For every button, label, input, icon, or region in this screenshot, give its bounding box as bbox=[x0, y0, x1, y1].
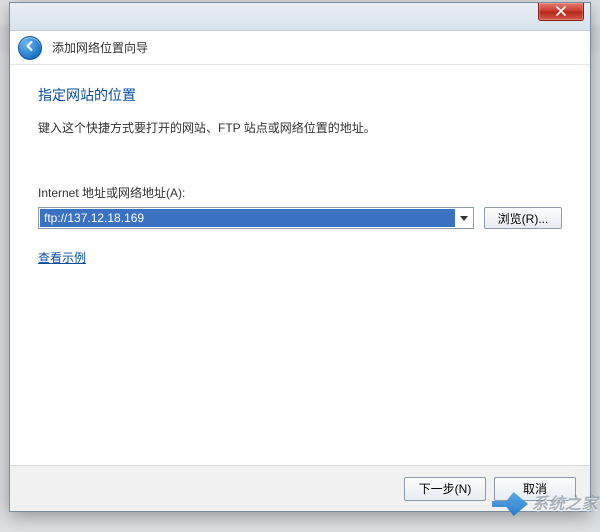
page-heading: 指定网站的位置 bbox=[38, 85, 562, 105]
address-input[interactable] bbox=[40, 209, 455, 227]
close-icon bbox=[556, 5, 566, 19]
arrow-left-icon bbox=[24, 40, 36, 55]
dropdown-arrow[interactable] bbox=[455, 211, 473, 225]
wizard-title: 添加网络位置向导 bbox=[52, 39, 148, 56]
address-label: Internet 地址或网络地址(A): bbox=[38, 184, 562, 201]
close-button[interactable] bbox=[538, 3, 584, 21]
address-row: 浏览(R)... bbox=[38, 207, 562, 229]
browse-button[interactable]: 浏览(R)... bbox=[484, 207, 562, 229]
next-button[interactable]: 下一步(N) bbox=[404, 477, 486, 501]
titlebar bbox=[10, 3, 590, 31]
content-area: 指定网站的位置 键入这个快捷方式要打开的网站、FTP 站点或网络位置的地址。 I… bbox=[10, 65, 590, 465]
header-strip: 添加网络位置向导 bbox=[10, 31, 590, 65]
chevron-down-icon bbox=[460, 211, 468, 225]
wizard-window: 添加网络位置向导 指定网站的位置 键入这个快捷方式要打开的网站、FTP 站点或网… bbox=[9, 2, 591, 512]
footer: 下一步(N) 取消 系统之家 bbox=[10, 465, 590, 511]
back-button[interactable] bbox=[18, 36, 42, 60]
address-combobox[interactable] bbox=[38, 207, 474, 229]
page-description: 键入这个快捷方式要打开的网站、FTP 站点或网络位置的地址。 bbox=[38, 119, 562, 136]
view-example-link[interactable]: 查看示例 bbox=[38, 249, 86, 266]
cancel-button[interactable]: 取消 bbox=[494, 477, 576, 501]
